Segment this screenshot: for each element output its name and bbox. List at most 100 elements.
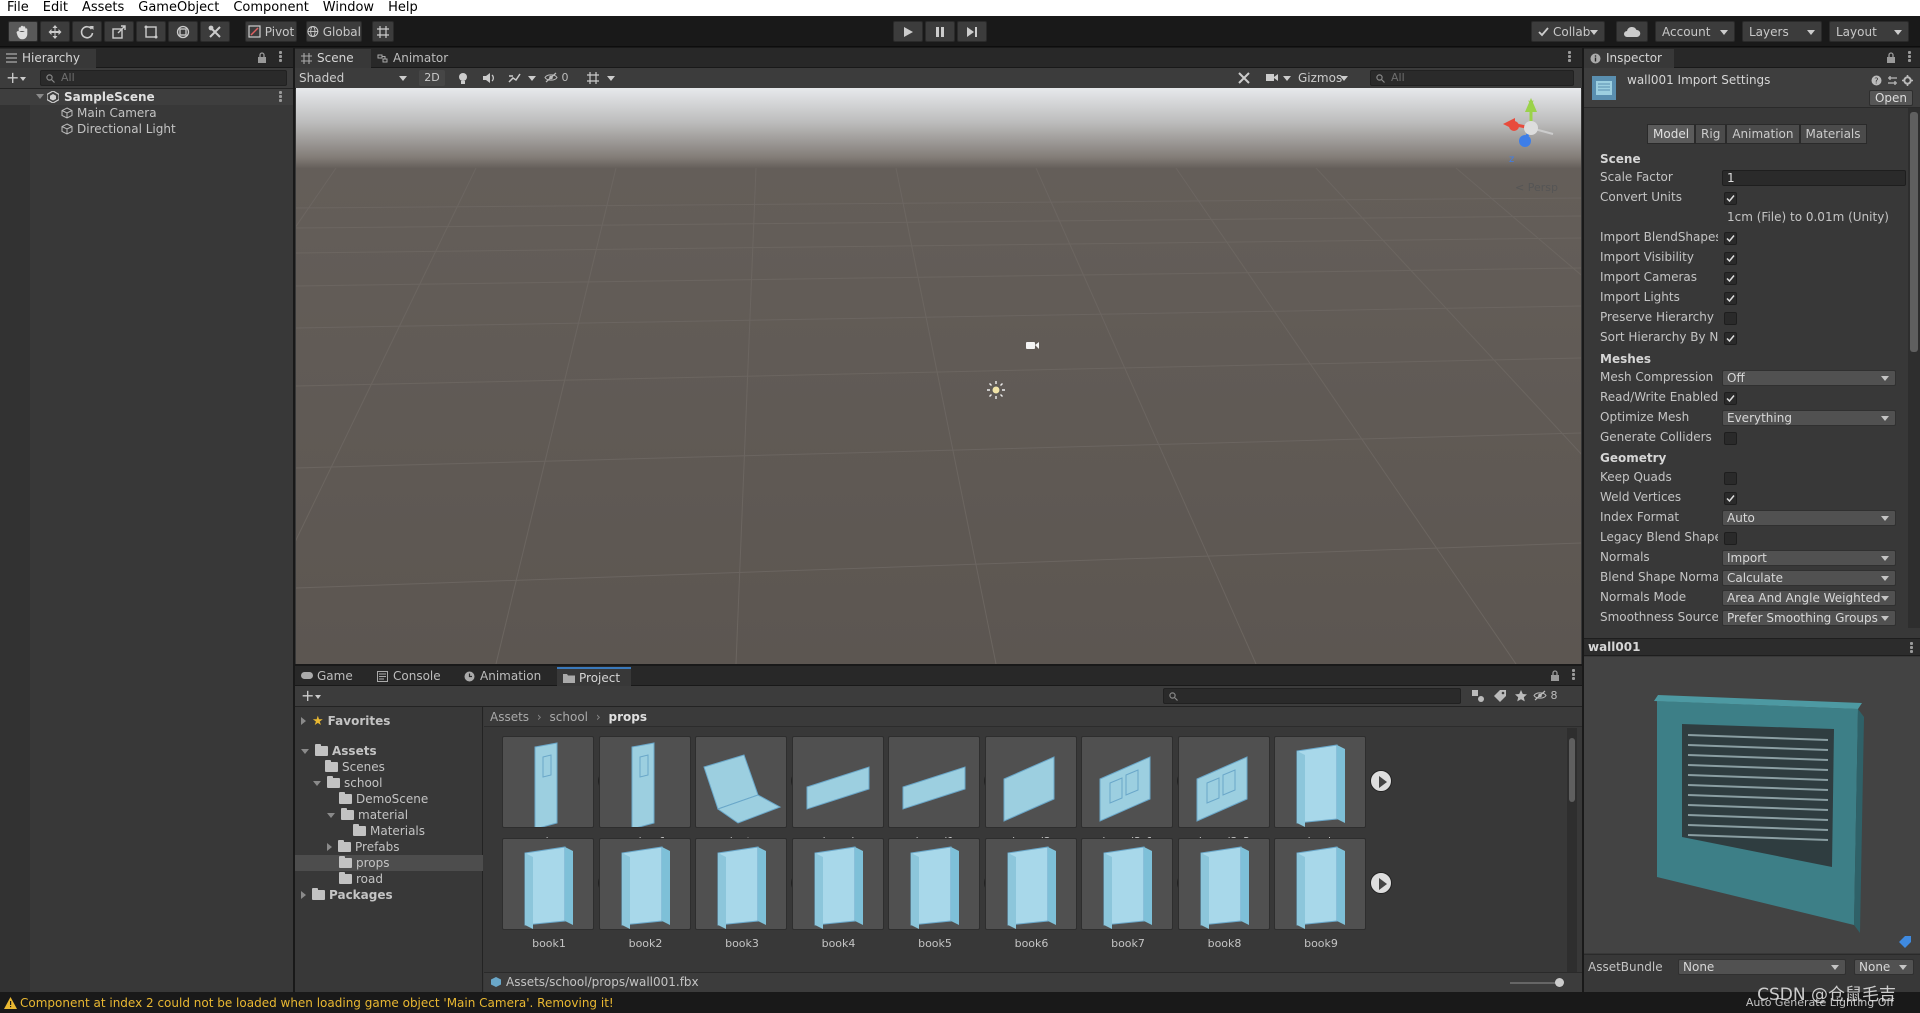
hierarchy-search-input[interactable]: All: [40, 70, 287, 86]
hierarchy-scene-row[interactable]: SampleScene: [0, 89, 293, 105]
generate-colliders-checkbox[interactable]: [1724, 432, 1737, 445]
tab-scene[interactable]: Scene: [295, 49, 371, 68]
tab-animation[interactable]: Animation: [458, 667, 554, 686]
tab-inspector[interactable]: Inspector: [1584, 49, 1674, 68]
pause-button[interactable]: [925, 21, 955, 42]
expand-arrow-icon[interactable]: [327, 843, 332, 851]
scene-tools-icon[interactable]: [1237, 71, 1251, 85]
hand-tool-button[interactable]: [8, 21, 38, 42]
inspector-scrollbar[interactable]: [1908, 108, 1920, 628]
open-button[interactable]: Open: [1869, 90, 1913, 106]
lock-icon[interactable]: [1886, 52, 1896, 64]
subtab-model[interactable]: Model: [1647, 124, 1696, 144]
project-menu-icon[interactable]: [1572, 669, 1576, 681]
menu-gameobject[interactable]: GameObject: [131, 0, 226, 16]
menu-component[interactable]: Component: [226, 0, 315, 16]
hierarchy-item-directional-light[interactable]: Directional Light: [0, 121, 293, 137]
scene-viewport[interactable]: y z < Persp: [296, 88, 1581, 664]
cloud-button[interactable]: [1616, 21, 1648, 42]
lock-icon[interactable]: [1550, 670, 1560, 682]
menu-file[interactable]: File: [0, 0, 36, 16]
hidden-objects-toggle[interactable]: 0: [544, 71, 569, 85]
scene-check-checkbox[interactable]: [1724, 312, 1737, 325]
tab-console[interactable]: Console: [371, 667, 458, 686]
transform-tool-button[interactable]: [168, 21, 198, 42]
inspector-menu-icon[interactable]: [1908, 51, 1912, 63]
tree-materials[interactable]: Materials: [353, 823, 425, 839]
shading-mode-dropdown[interactable]: Shaded: [297, 70, 413, 86]
weld-vertices-checkbox[interactable]: [1724, 492, 1737, 505]
play-button[interactable]: [893, 21, 923, 42]
tree-scenes[interactable]: Scenes: [325, 759, 385, 775]
preset-icon[interactable]: [1887, 75, 1898, 86]
tree-school[interactable]: school: [313, 775, 382, 791]
rect-tool-button[interactable]: [136, 21, 166, 42]
chevron-down-icon[interactable]: [315, 695, 321, 699]
expand-arrow-icon[interactable]: [301, 717, 306, 725]
help-icon[interactable]: ?: [1871, 75, 1882, 86]
assetbundle-dropdown[interactable]: None: [1678, 959, 1846, 975]
normals-dropdown[interactable]: Import: [1722, 550, 1896, 566]
scene-check-checkbox[interactable]: [1724, 292, 1737, 305]
breadcrumb-school[interactable]: school: [550, 710, 588, 724]
custom-tool-button[interactable]: [200, 21, 230, 42]
layers-dropdown[interactable]: Layers: [1742, 21, 1822, 42]
camera-icon[interactable]: [1265, 72, 1279, 83]
filter-by-type-icon[interactable]: [1471, 689, 1485, 703]
2d-toggle-button[interactable]: 2D: [419, 70, 445, 86]
scene-check-checkbox[interactable]: [1724, 272, 1737, 285]
tab-game[interactable]: Game: [295, 667, 371, 686]
tree-prefabs[interactable]: Prefabs: [327, 839, 400, 855]
pivot-toggle[interactable]: Pivot: [245, 21, 297, 42]
tab-hierarchy[interactable]: Hierarchy: [0, 49, 96, 68]
normals-mode-dropdown[interactable]: Area And Angle Weighted: [1722, 590, 1896, 606]
rotate-tool-button[interactable]: [72, 21, 102, 42]
asset-grid-scrollbar[interactable]: [1567, 728, 1577, 972]
subtab-animation[interactable]: Animation: [1726, 124, 1800, 144]
scale-tool-button[interactable]: [104, 21, 134, 42]
camera-gizmo-icon[interactable]: [1024, 340, 1040, 350]
hierarchy-menu-icon[interactable]: [279, 51, 283, 63]
convert-units-checkbox[interactable]: [1724, 192, 1737, 205]
step-button[interactable]: [957, 21, 987, 42]
add-icon[interactable]: +: [6, 68, 19, 88]
scene-search-input[interactable]: All: [1370, 70, 1574, 86]
scale-factor-input[interactable]: 1: [1722, 170, 1906, 186]
expand-arrow-icon[interactable]: [327, 813, 335, 818]
scene-menu-icon[interactable]: [1568, 51, 1572, 63]
subtab-materials[interactable]: Materials: [1799, 124, 1867, 144]
thumbnail-size-slider[interactable]: [1510, 978, 1564, 987]
preview-menu-icon[interactable]: [1910, 642, 1914, 654]
star-icon[interactable]: [1514, 689, 1528, 703]
optimize-mesh-dropdown[interactable]: Everything: [1722, 410, 1896, 426]
scene-check-checkbox[interactable]: [1724, 252, 1737, 265]
play-preview-icon[interactable]: [1370, 770, 1392, 792]
preview-header[interactable]: wall001: [1584, 638, 1920, 656]
assetbundle-variant-dropdown[interactable]: None: [1854, 959, 1914, 975]
expand-arrow-icon[interactable]: [36, 94, 44, 99]
chevron-down-icon[interactable]: [20, 77, 26, 81]
tree-assets[interactable]: Assets: [301, 743, 377, 759]
legacy-blend-checkbox[interactable]: [1724, 532, 1737, 545]
hidden-packages-toggle[interactable]: 8: [1533, 689, 1558, 703]
menu-edit[interactable]: Edit: [36, 0, 75, 16]
grid-icon[interactable]: [586, 71, 600, 85]
expand-arrow-icon[interactable]: [301, 891, 306, 899]
tab-animator[interactable]: Animator: [371, 49, 457, 68]
collab-dropdown[interactable]: Collab: [1531, 21, 1605, 42]
subtab-rig[interactable]: Rig: [1695, 124, 1727, 144]
status-message[interactable]: Component at index 2 could not be loaded…: [20, 993, 614, 1013]
expand-arrow-icon[interactable]: [301, 749, 309, 754]
tree-props[interactable]: props: [295, 855, 483, 871]
model-preview[interactable]: [1584, 657, 1920, 953]
asset-item[interactable]: book9: [1274, 838, 1392, 958]
scene-menu-icon[interactable]: [279, 91, 283, 103]
account-dropdown[interactable]: Account: [1655, 21, 1735, 42]
global-toggle[interactable]: Global: [306, 21, 362, 42]
persp-label[interactable]: < Persp: [1515, 181, 1558, 194]
breadcrumb-assets[interactable]: Assets: [490, 710, 529, 724]
lock-icon[interactable]: [257, 52, 267, 64]
tree-road[interactable]: road: [339, 871, 383, 887]
tree-favorites[interactable]: ★ Favorites: [301, 713, 390, 729]
menu-assets[interactable]: Assets: [75, 0, 131, 16]
